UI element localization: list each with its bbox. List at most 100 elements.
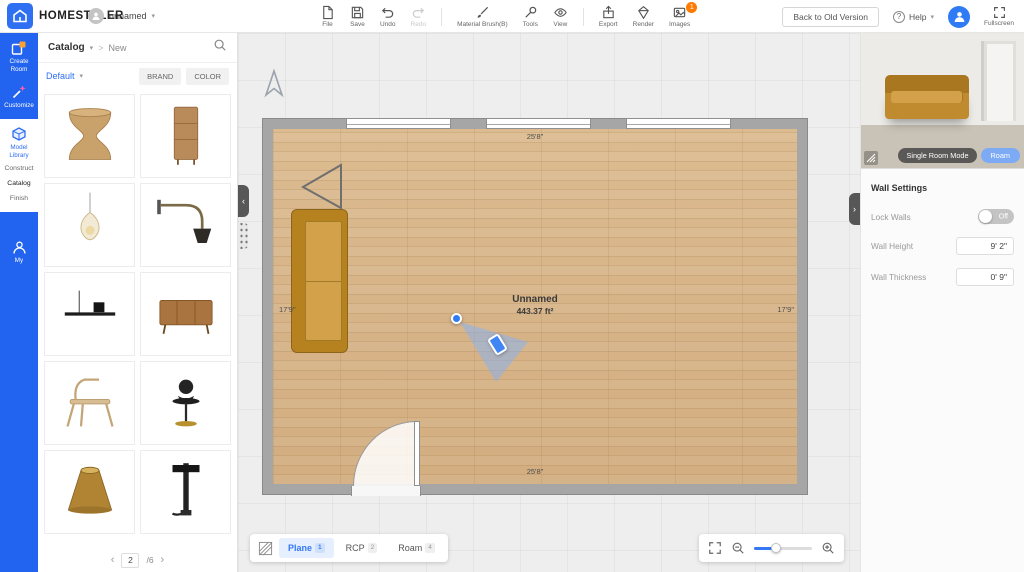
preview-buttons: Single Room Mode Roam [861,148,1020,163]
wall-height-input[interactable] [956,237,1014,255]
user-icon [954,12,964,22]
sofa-plan-symbol[interactable] [291,209,348,353]
sidebar-item-my[interactable]: My [0,237,38,268]
zoom-in-button[interactable] [821,541,835,555]
tool-label: Redo [410,21,427,28]
tab-badge: 4 [425,543,435,553]
room-floor[interactable] [273,129,797,484]
tool-label: Tools [522,21,538,28]
tab-label: RCP [345,543,365,553]
tool-label: File [322,21,333,28]
pattern-toggle-button[interactable] [254,537,276,559]
catalog-item-hourglass-rattan-stool[interactable] [44,94,135,178]
magic-wand-icon [12,85,26,99]
catalog-grid [38,89,237,539]
catalog-item-tall-wood-cabinet[interactable] [140,94,231,178]
zoom-slider[interactable] [754,543,812,553]
material-brush-button[interactable]: Material Brush(B) [457,5,508,28]
catalog-item-black-industrial-wall-lamp[interactable] [140,450,231,534]
sidebar-item-construct[interactable]: Construct [0,161,38,176]
catalog-item-sculpture-side-table[interactable] [140,361,231,445]
breadcrumb-catalog-dropdown[interactable]: Catalog [48,42,85,53]
tab-roam[interactable]: Roam 4 [389,538,444,558]
view-button[interactable]: View [553,5,568,28]
room-walls[interactable]: Unnamed 443.37 ft² 25'8" 25'8" 17'9" 17'… [262,118,808,496]
help-menu[interactable]: ? Help ▾ [893,10,935,23]
catalog-item-walnut-sideboard[interactable] [140,272,231,356]
chevron-down-icon: ▾ [930,13,935,21]
toolbar-divider [582,7,584,26]
render-icon [637,5,649,20]
triangle-object-symbol[interactable] [301,163,343,210]
tool-label: View [553,21,568,28]
catalog-item-light-wood-chair[interactable] [44,361,135,445]
search-icon[interactable] [213,38,227,57]
tab-brand[interactable]: BRAND [139,67,182,85]
undo-button[interactable]: Undo [380,5,396,28]
file-button[interactable]: File [320,5,335,28]
lock-walls-toggle[interactable]: Off [978,209,1014,224]
fit-to-screen-button[interactable] [708,541,722,555]
user-avatar[interactable] [948,5,971,28]
collapse-left-panel-button[interactable]: ‹ [238,185,249,217]
tab-label: Plane [288,543,313,553]
window-top-1[interactable] [346,118,451,129]
zoom-slider-knob[interactable] [771,543,782,553]
preview-sofa [885,75,969,119]
help-label: Help [909,11,927,22]
redo-button[interactable]: Redo [410,5,427,28]
logo-icon [7,3,33,29]
sidebar-item-catalog[interactable]: Catalog [0,176,38,191]
back-to-old-version-button[interactable]: Back to Old Version [782,6,880,27]
tab-badge: 2 [367,543,378,553]
catalog-item-glass-pendant-lamp[interactable] [44,183,135,267]
rail-sub-section: Model Library Construct Catalog Finish [0,119,38,213]
render-button[interactable]: Render [633,5,654,28]
toolbar-divider [441,7,443,26]
panel-drag-handle[interactable] [238,223,248,249]
sidebar-item-customize[interactable]: Customize [0,81,38,113]
toggle-state-label: Off [998,213,1008,220]
3d-preview-window[interactable]: Single Room Mode Roam [861,33,1024,169]
wall-thickness-input[interactable] [956,268,1014,286]
tab-rcp[interactable]: RCP 2 [337,538,387,558]
export-button[interactable]: Export [599,5,618,28]
collapse-right-panel-button[interactable]: › [849,193,860,225]
floorplan-canvas[interactable]: Unnamed 443.37 ft² 25'8" 25'8" 17'9" 17'… [238,33,860,572]
images-button[interactable]: 1 Images [669,2,698,28]
roam-camera-marker[interactable] [451,313,462,324]
document-name: unnamed [109,11,147,21]
catalog-item-brass-arm-wall-lamp[interactable] [140,183,231,267]
tab-plane[interactable]: Plane 1 [279,538,334,558]
roam-button[interactable]: Roam [980,148,1020,163]
window-top-3[interactable] [626,118,731,129]
door-opening[interactable] [351,486,421,496]
thumbnail-image [67,466,112,514]
tools-button[interactable]: Tools [523,5,538,28]
fit-screen-icon [709,542,721,554]
tool-label: Material Brush(B) [457,21,508,28]
create-room-icon [11,41,26,55]
door-leaf[interactable] [414,421,420,486]
view-mode-tabs: Plane 1 RCP 2 Roam 4 [250,534,448,562]
next-page-button[interactable]: › [161,554,165,566]
zoom-out-button[interactable] [731,541,745,555]
document-dropdown[interactable]: unnamed ▾ [88,8,155,24]
catalog-item-bronze-cone-stool[interactable] [44,450,135,534]
toggle-knob [979,210,992,223]
window-top-2[interactable] [486,118,591,129]
sidebar-item-create-room[interactable]: Create Room [0,37,38,76]
left-rail: Create Room Customize Model Library Cons… [0,33,38,572]
sort-dropdown[interactable]: Default [46,71,75,81]
wrench-icon [525,6,537,18]
fullscreen-button[interactable]: Fullscreen [984,6,1014,27]
single-room-mode-button[interactable]: Single Room Mode [898,148,977,163]
sidebar-item-model-library[interactable]: Model Library [0,124,38,161]
page-number-input[interactable]: 2 [121,552,140,568]
catalog-item-black-linear-ceiling-lamp[interactable] [44,272,135,356]
wall-settings-title: Wall Settings [871,183,928,193]
save-button[interactable]: Save [350,5,365,28]
sidebar-item-finish[interactable]: Finish [0,191,38,206]
prev-page-button[interactable]: ‹ [111,554,115,566]
tab-color[interactable]: COLOR [186,67,229,85]
